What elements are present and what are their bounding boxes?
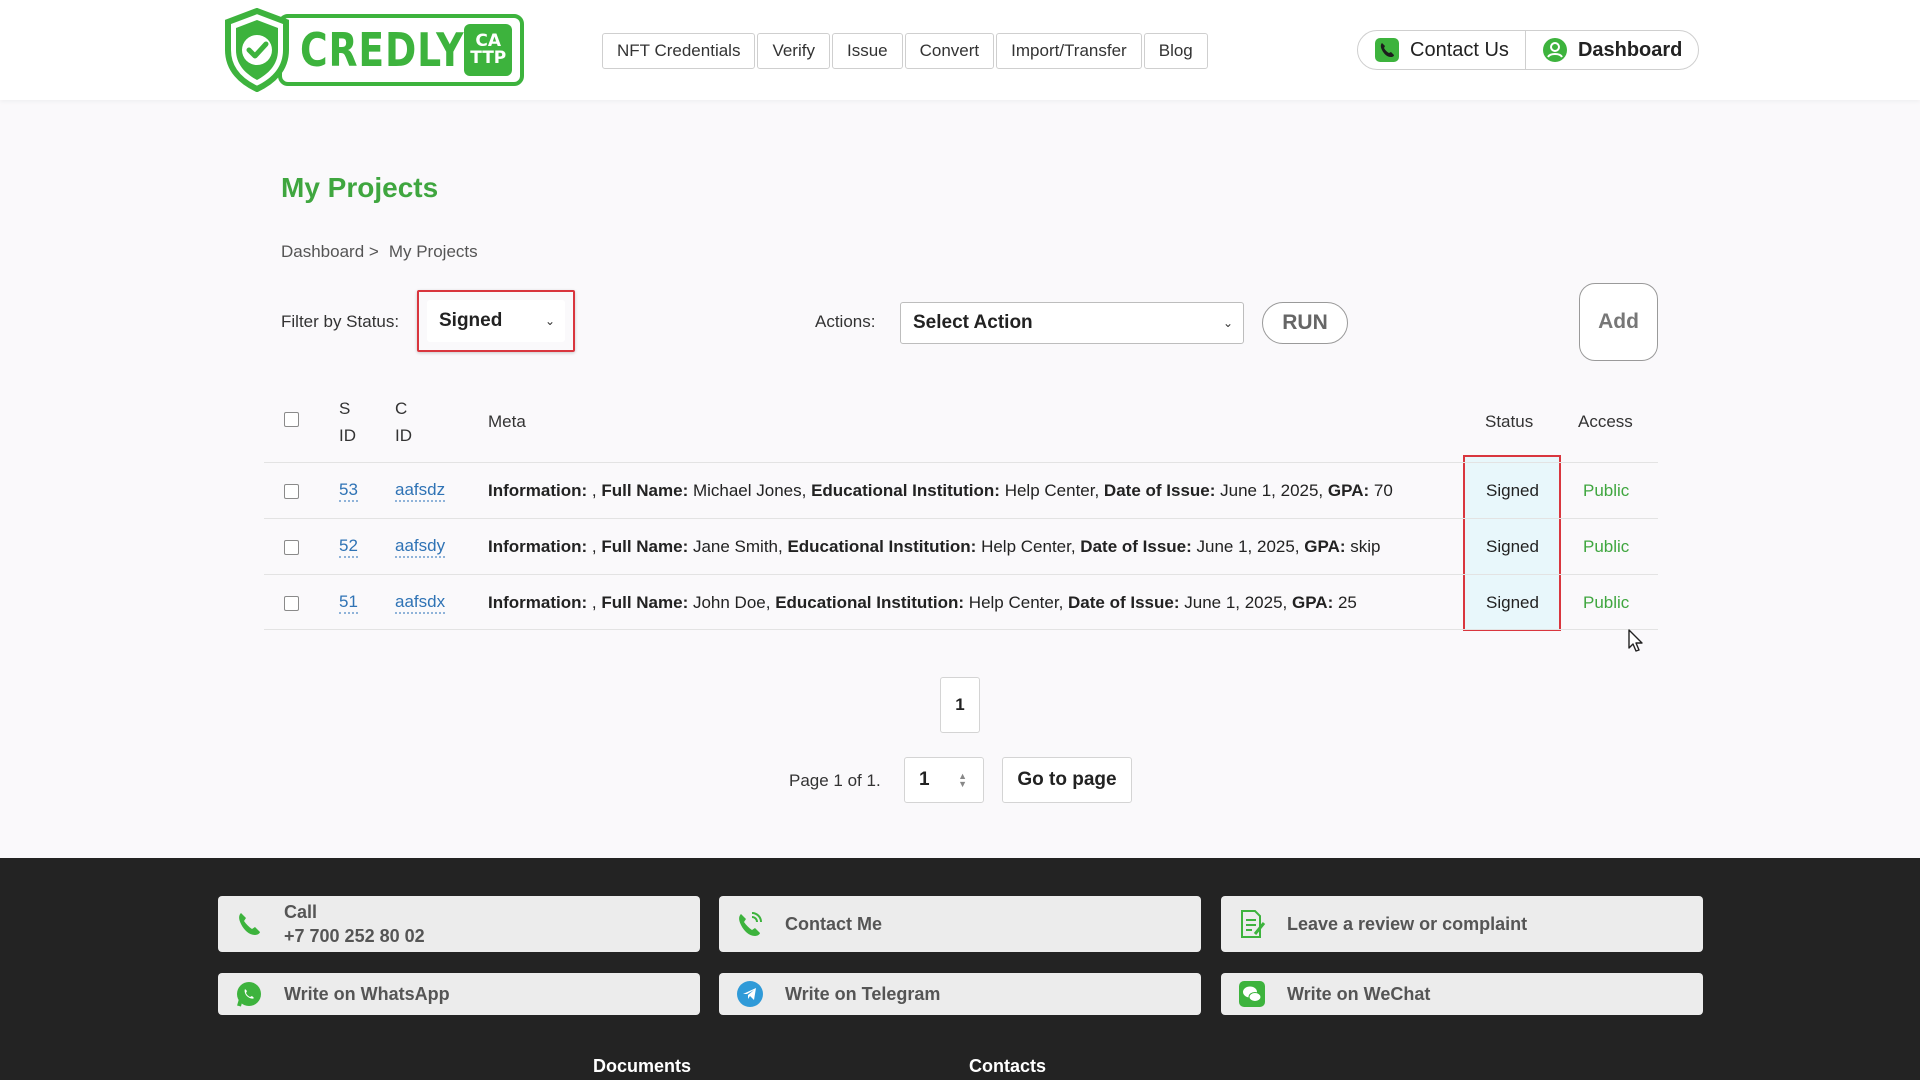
header-actions: Contact Us Dashboard bbox=[1357, 30, 1700, 70]
row-checkbox[interactable] bbox=[284, 483, 299, 499]
access-link[interactable]: Public bbox=[1583, 463, 1629, 519]
contact-us-button[interactable]: Contact Us bbox=[1358, 31, 1525, 69]
header-status: Status bbox=[1485, 412, 1534, 431]
go-to-page-button[interactable]: Go to page bbox=[1002, 757, 1132, 803]
wechat-icon bbox=[1239, 981, 1265, 1007]
page-title: My Projects bbox=[281, 172, 439, 203]
contact-me-label: Contact Me bbox=[785, 913, 883, 934]
page-button-1[interactable]: 1 bbox=[940, 677, 980, 733]
add-button[interactable]: Add bbox=[1579, 283, 1658, 361]
access-link[interactable]: Public bbox=[1583, 519, 1629, 575]
access-link[interactable]: Public bbox=[1583, 575, 1629, 631]
filter-status-label: Filter by Status: bbox=[281, 312, 400, 331]
chevron-down-icon: ⌄ bbox=[1222, 316, 1233, 330]
actions-label: Actions: bbox=[815, 312, 876, 331]
review-label: Leave a review or complaint bbox=[1287, 913, 1528, 934]
nav-blog[interactable]: Blog bbox=[1143, 33, 1208, 69]
nav-nft-credentials[interactable]: NFT Credentials bbox=[602, 33, 756, 69]
select-all-checkbox[interactable] bbox=[284, 412, 299, 427]
cid-link[interactable]: aafsdz bbox=[395, 480, 446, 502]
document-edit-icon bbox=[1241, 910, 1266, 938]
nav-convert[interactable]: Convert bbox=[904, 33, 995, 69]
table-row: 53 aafsdz Information: , Full Name: Mich… bbox=[264, 462, 1658, 518]
phone-ringing-icon bbox=[739, 912, 762, 936]
logo-badge: CA TTP bbox=[464, 24, 513, 76]
wechat-label: Write on WeChat bbox=[1287, 983, 1431, 1004]
phone-icon bbox=[239, 913, 260, 935]
sid-link[interactable]: 51 bbox=[339, 592, 358, 614]
site-footer bbox=[0, 858, 1920, 1080]
credly-logo[interactable]: CREDLY CA TTP bbox=[224, 8, 525, 92]
table-row: 51 aafsdx Information: , Full Name: John… bbox=[264, 574, 1658, 630]
page-info: Page 1 of 1. bbox=[789, 771, 881, 790]
nav-issue[interactable]: Issue bbox=[831, 33, 903, 69]
main-nav: NFT Credentials Verify Issue Convert Imp… bbox=[602, 33, 1208, 69]
filter-highlight: Signed ⌄ bbox=[417, 290, 575, 352]
status-cell: Signed bbox=[1486, 593, 1539, 612]
cid-link[interactable]: aafsdx bbox=[395, 592, 446, 614]
status-cell: Signed bbox=[1486, 481, 1539, 500]
action-select[interactable]: Select Action ⌄ bbox=[900, 302, 1244, 344]
sid-link[interactable]: 53 bbox=[339, 480, 358, 502]
chevron-down-icon: ⌄ bbox=[544, 314, 555, 328]
wechat-button[interactable]: Write on WeChat bbox=[1221, 973, 1703, 1015]
row-checkbox[interactable] bbox=[284, 539, 299, 555]
dashboard-button[interactable]: Dashboard bbox=[1524, 31, 1698, 69]
spinner-icon[interactable]: ▲ ▼ bbox=[958, 772, 967, 789]
cid-link[interactable]: aafsdy bbox=[395, 536, 446, 558]
call-button[interactable]: Call +7 700 252 80 02 bbox=[218, 896, 700, 952]
meta-cell: Information: , Full Name: Michael Jones,… bbox=[488, 481, 1393, 500]
row-checkbox[interactable] bbox=[284, 595, 299, 611]
footer-contacts-heading: Contacts bbox=[969, 1056, 1047, 1076]
header-cid: C ID bbox=[395, 399, 412, 445]
telegram-button[interactable]: Write on Telegram bbox=[719, 973, 1201, 1015]
contact-us-label: Contact Us bbox=[1410, 38, 1509, 61]
site-header: CREDLY CA TTP NFT Credentials Verify Iss… bbox=[0, 0, 1920, 100]
footer-documents-heading: Documents bbox=[593, 1056, 692, 1076]
meta-cell: Information: , Full Name: Jane Smith, Ed… bbox=[488, 537, 1381, 556]
filter-status-select[interactable]: Signed ⌄ bbox=[427, 300, 565, 342]
breadcrumb: Dashboard > My Projects bbox=[281, 242, 478, 262]
contact-me-button[interactable]: Contact Me bbox=[719, 896, 1201, 952]
telegram-icon bbox=[737, 981, 763, 1007]
whatsapp-label: Write on WhatsApp bbox=[284, 983, 450, 1004]
call-label: Call bbox=[284, 902, 318, 922]
sid-link[interactable]: 52 bbox=[339, 536, 358, 558]
page-number-input[interactable]: 1 ▲ ▼ bbox=[904, 757, 984, 803]
header-access: Access bbox=[1578, 412, 1633, 431]
user-icon bbox=[1542, 38, 1567, 62]
header-sid: S ID bbox=[339, 399, 356, 445]
run-button[interactable]: RUN bbox=[1262, 302, 1348, 344]
call-number: +7 700 252 80 02 bbox=[284, 926, 425, 946]
mouse-cursor-icon bbox=[1628, 629, 1643, 652]
whatsapp-button[interactable]: Write on WhatsApp bbox=[218, 973, 700, 1015]
header-meta: Meta bbox=[488, 412, 526, 431]
phone-icon bbox=[1375, 38, 1399, 62]
telegram-label: Write on Telegram bbox=[785, 983, 941, 1004]
logo-wordmark: CREDLY CA TTP bbox=[278, 14, 525, 86]
status-cell: Signed bbox=[1486, 537, 1539, 556]
table-row: 52 aafsdy Information: , Full Name: Jane… bbox=[264, 518, 1658, 574]
nav-verify[interactable]: Verify bbox=[757, 33, 830, 69]
shield-check-icon bbox=[225, 8, 289, 92]
review-button[interactable]: Leave a review or complaint bbox=[1221, 896, 1703, 952]
nav-import-transfer[interactable]: Import/Transfer bbox=[996, 33, 1142, 69]
logo-text: CREDLY bbox=[300, 23, 465, 77]
breadcrumb-current: My Projects bbox=[388, 242, 478, 261]
meta-cell: Information: , Full Name: John Doe, Educ… bbox=[488, 593, 1357, 612]
breadcrumb-dashboard[interactable]: Dashboard > bbox=[281, 242, 379, 261]
dashboard-label: Dashboard bbox=[1577, 38, 1683, 61]
whatsapp-icon bbox=[237, 982, 261, 1007]
